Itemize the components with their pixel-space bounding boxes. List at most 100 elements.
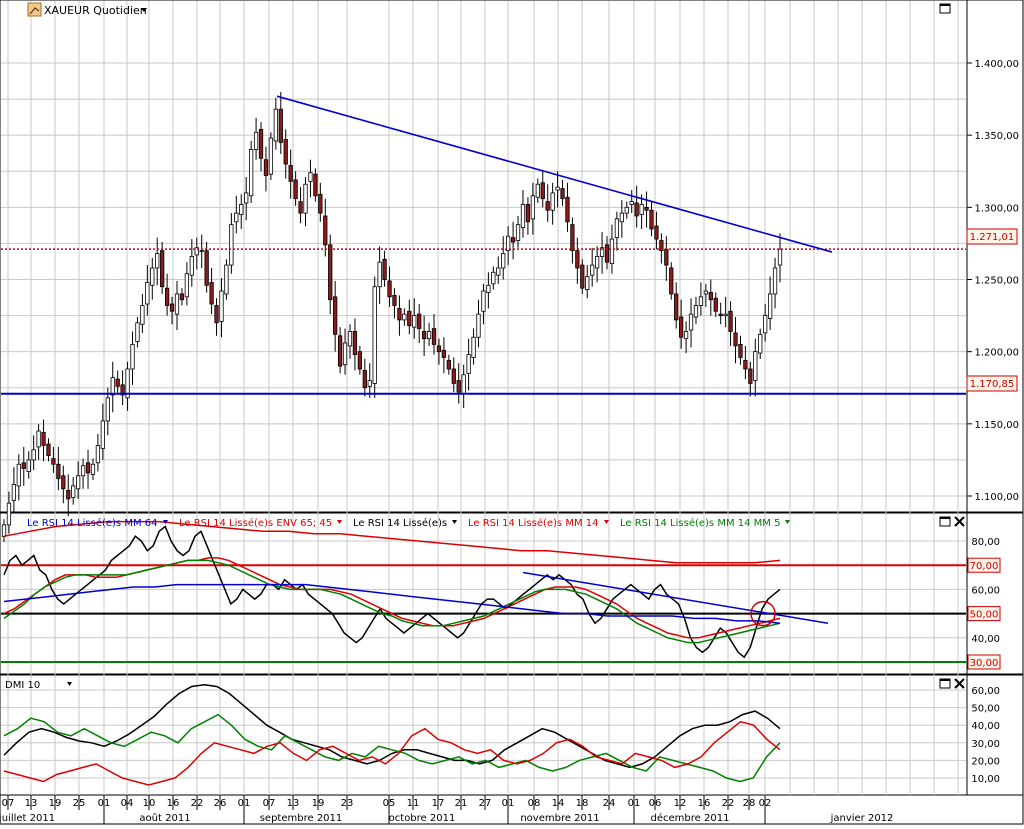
candle — [575, 250, 580, 269]
candle — [239, 204, 244, 215]
candle — [604, 244, 610, 263]
candle — [313, 173, 318, 197]
candle — [683, 331, 689, 340]
candle — [491, 271, 496, 285]
price-tick-label: 1.250,00 — [974, 276, 1019, 287]
candle — [342, 342, 348, 366]
month-label: décembre 2011 — [651, 812, 730, 824]
candle — [674, 293, 679, 321]
candle — [693, 305, 699, 318]
candle — [525, 204, 531, 223]
day-tick-label: 22 — [191, 798, 204, 809]
candle — [204, 250, 209, 286]
candle — [501, 253, 506, 269]
candle — [80, 465, 86, 477]
month-label: octobre 2011 — [389, 813, 456, 824]
candle — [46, 443, 51, 456]
day-tick-label: 17 — [432, 798, 445, 809]
candle — [664, 248, 669, 266]
price-tick-label: 1.150,00 — [974, 420, 1019, 431]
candle — [545, 201, 550, 211]
legend-rsi-mm14-mm5[interactable]: Le RSI 14 Lissé(e)s MM 14 MM 5 — [620, 517, 780, 529]
dmi-tick-label: 40,00 — [971, 721, 1000, 732]
candle — [115, 378, 120, 387]
candle — [71, 485, 76, 498]
day-tick-label: 16 — [167, 798, 180, 809]
candle — [594, 256, 600, 269]
candle — [229, 224, 234, 266]
svg-text:1.170,85: 1.170,85 — [970, 379, 1015, 390]
chart-icon — [27, 2, 42, 17]
candle — [431, 328, 437, 345]
candle — [372, 286, 377, 384]
dmi-tick-label: 20,00 — [971, 756, 1000, 767]
candle — [308, 172, 313, 182]
maximize-icon[interactable] — [939, 3, 951, 14]
candle — [412, 315, 417, 328]
candle — [387, 280, 392, 298]
candle — [303, 183, 308, 214]
candle — [560, 188, 565, 200]
day-tick-label: 13 — [287, 798, 300, 809]
candle — [649, 209, 654, 230]
day-tick-label: 06 — [649, 798, 662, 809]
candle — [570, 224, 575, 252]
month-label: septembre 2011 — [260, 813, 343, 824]
maximize-icon[interactable] — [939, 678, 951, 689]
candle — [738, 344, 743, 358]
day-tick-label: 01 — [238, 798, 251, 809]
month-label: juillet 2011 — [0, 813, 55, 824]
legend-rsi-mm64[interactable]: Le RSI 14 Lissé(e)s MM 64 — [27, 517, 157, 529]
day-tick-label: 01 — [628, 798, 641, 809]
chart-canvas[interactable]: 1.400,00 1.350,00 1.300,00 1.250,00 1.200,00… — [0, 0, 1024, 825]
candle — [688, 313, 694, 331]
dmi-tick-label: 30,00 — [971, 739, 1000, 750]
candle — [56, 463, 61, 480]
day-tick-label: 19 — [49, 798, 62, 809]
candle — [417, 313, 422, 329]
candle — [26, 459, 31, 472]
candle — [733, 332, 738, 347]
candle — [708, 292, 713, 301]
legend-rsi-main[interactable]: Le RSI 14 Lissé(e)s — [353, 517, 447, 529]
price-tick-label: 1.200,00 — [974, 348, 1019, 359]
candle — [451, 368, 456, 384]
day-tick-label: 16 — [698, 798, 711, 809]
legend-rsi-env[interactable]: Le RSI 14 Lissé(e)s ENV 65; 45 — [179, 517, 332, 529]
candle — [555, 186, 560, 191]
candle — [298, 201, 303, 214]
day-tick-label: 28 — [743, 798, 756, 809]
maximize-icon[interactable] — [939, 516, 951, 527]
price-tick-label: 1.350,00 — [974, 131, 1019, 142]
candle — [263, 159, 269, 176]
day-tick-label: 07 — [263, 798, 276, 809]
candle — [471, 336, 476, 358]
candle — [21, 462, 26, 469]
candle — [253, 131, 259, 150]
price-tick-label: 1.100,00 — [974, 492, 1019, 503]
candle — [515, 224, 521, 241]
candle — [249, 149, 254, 197]
candle — [288, 165, 293, 182]
dmi-title[interactable]: DMI 10 — [5, 680, 40, 691]
candle — [669, 267, 674, 295]
candle — [214, 305, 219, 324]
support-price-label: 1.170,85 — [966, 375, 1018, 392]
rsi-panel[interactable] — [0, 512, 968, 675]
candle — [496, 267, 501, 276]
candle — [679, 316, 684, 338]
candle — [184, 273, 190, 298]
candle — [160, 250, 165, 288]
rsi-level-label: 70,00 — [970, 561, 999, 572]
candle — [169, 303, 175, 312]
candle — [777, 248, 783, 266]
day-tick-label: 01 — [502, 798, 515, 809]
candle — [486, 284, 491, 293]
dmi-tick-label: 10,00 — [971, 774, 1000, 785]
candle — [6, 502, 12, 526]
candle — [224, 264, 229, 295]
candle — [565, 196, 570, 223]
legend-rsi-mm14[interactable]: Le RSI 14 Lissé(e)s MM 14 — [468, 517, 598, 529]
price-panel[interactable] — [0, 0, 968, 513]
price-title[interactable]: XAUEUR Quotidien — [44, 4, 147, 17]
